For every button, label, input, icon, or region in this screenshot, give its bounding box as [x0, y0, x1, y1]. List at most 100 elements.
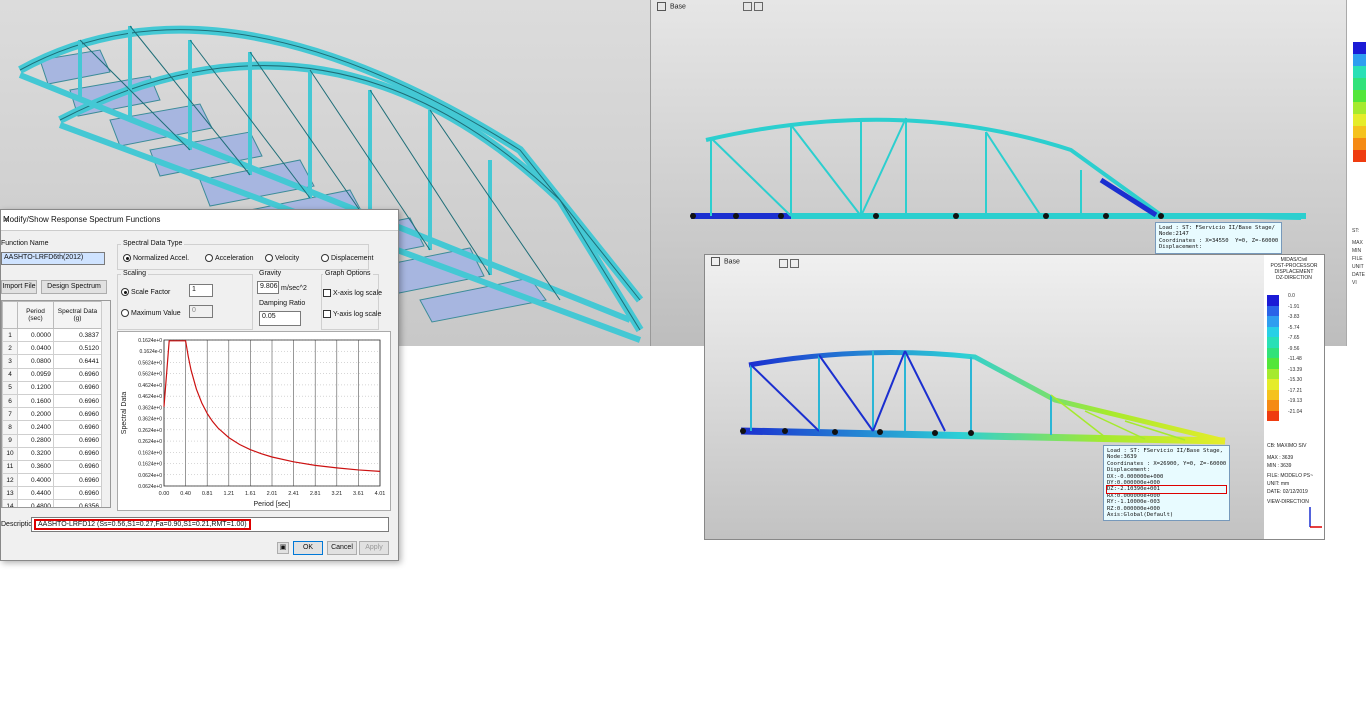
legend-label: UNIT [1352, 264, 1364, 270]
spectral-cell[interactable]: 0.6441 [52, 354, 103, 369]
row-index: 4 [2, 367, 18, 382]
spectral-cell[interactable]: 0.6960 [52, 459, 103, 475]
legend-value: -19.13 [1288, 398, 1303, 404]
gravity-label: Gravity [259, 270, 282, 277]
legend-color-2 [1353, 54, 1366, 66]
ok-button[interactable]: OK [293, 541, 323, 555]
table-row[interactable]: 5 0.1200 0.6960 [2, 380, 103, 395]
type-normalized-radio[interactable]: Normalized Accel. [123, 254, 189, 262]
displacement-legend: MIDAS/Civil POST-PROCESSOR DISPLACEMENT … [1264, 254, 1325, 540]
spectral-cell[interactable]: 0.6960 [52, 380, 103, 395]
description-input[interactable]: AASHTO-LRFD12 (Ss=0.56,S1=0.27,Fa=0.90,S… [31, 517, 389, 532]
x-tick-label: 3.61 [353, 491, 364, 497]
spectral-cell[interactable]: 0.6960 [52, 446, 103, 461]
spectral-cell[interactable]: 0.6356 [52, 499, 103, 507]
period-cell[interactable]: 0.3200 [17, 446, 54, 461]
gravity-input[interactable]: 9.806 [257, 281, 279, 294]
spectrum-chart-svg: 0.00 0.40 0.81 1.21 1.61 2.01 2.41 2.81 3.21 3.61… [121, 338, 385, 508]
table-row[interactable]: 3 0.0800 0.6441 [2, 354, 103, 369]
table-row[interactable]: 12 0.4000 0.6960 [2, 473, 103, 488]
legend-label: VI [1352, 280, 1357, 286]
legend-color-9 [1353, 138, 1366, 150]
spectral-cell[interactable]: 0.6960 [52, 433, 103, 448]
x-tick-label: 1.61 [245, 491, 256, 497]
type-velocity-radio[interactable]: Velocity [265, 254, 299, 262]
scale-factor-radio[interactable]: Scale Factor [121, 288, 170, 296]
y-log-checkbox[interactable]: Y-axis log scale [323, 310, 381, 318]
table-row[interactable]: 14 0.4800 0.6356 [2, 499, 103, 507]
spectral-cell[interactable]: 0.6960 [52, 367, 103, 382]
scale-factor-input[interactable]: 1 [189, 284, 213, 297]
table-row[interactable]: 6 0.1600 0.6960 [2, 393, 103, 409]
legend-color-band [1267, 337, 1279, 348]
apply-button[interactable]: Apply [359, 541, 389, 555]
function-name-input[interactable]: AASHTO-LRFD6th(2012) [1, 252, 105, 265]
close-button[interactable]: ✕ [3, 215, 394, 224]
spectral-cell[interactable]: 0.6960 [52, 420, 103, 435]
period-cell[interactable]: 0.0000 [17, 327, 54, 343]
legend-color-10 [1353, 150, 1366, 162]
y-tick-label: 0.0624e+0 [138, 473, 162, 479]
period-cell[interactable]: 0.2800 [17, 433, 54, 448]
table-scrollbar[interactable] [101, 301, 110, 507]
period-cell[interactable]: 0.1600 [17, 393, 54, 409]
right-legend-strip: ST: MAX MIN FILE UNIT DATE VI [1346, 0, 1366, 346]
dialog-title-bar[interactable]: Modify/Show Response Spectrum Functions … [1, 210, 398, 231]
legend-label: FILE [1352, 256, 1363, 262]
table-row[interactable]: 10 0.3200 0.6960 [2, 446, 103, 461]
maximum-value-input[interactable]: 0 [189, 305, 213, 318]
period-cell[interactable]: 0.0800 [17, 354, 54, 369]
table-row[interactable]: 9 0.2800 0.6960 [2, 433, 103, 448]
cancel-button[interactable]: Cancel [327, 541, 357, 555]
period-cell[interactable]: 0.2000 [17, 407, 54, 422]
period-cell[interactable]: 0.2400 [17, 420, 54, 435]
period-cell[interactable]: 0.4000 [17, 473, 54, 488]
save-icon[interactable]: ▣ [277, 542, 289, 554]
legend-value: -13.39 [1288, 366, 1303, 373]
table-row[interactable]: 8 0.2400 0.6960 [2, 420, 103, 435]
period-cell[interactable]: 0.0400 [17, 341, 54, 356]
spectral-cell[interactable]: 0.5120 [52, 341, 103, 356]
period-cell[interactable]: 0.4400 [17, 486, 54, 501]
maximum-value-radio[interactable]: Maximum Value [121, 309, 181, 317]
legend-value: -5.74 [1288, 324, 1300, 331]
spectral-cell[interactable]: 0.6960 [52, 393, 103, 409]
import-file-button[interactable]: Import File [1, 280, 37, 294]
spectral-cell[interactable]: 0.6960 [52, 473, 103, 488]
elevation-viewport-bottom[interactable]: Base Load: ST: FServicio II/Base Stage,… [704, 254, 1266, 540]
table-row[interactable]: 2 0.0400 0.5120 [2, 341, 103, 356]
x-log-checkbox[interactable]: X-axis log scale [323, 289, 382, 297]
legend-label: MAX [1352, 240, 1363, 246]
period-cell[interactable]: 0.0959 [17, 367, 54, 382]
graph-options-group [321, 274, 379, 330]
spectral-cell[interactable]: 0.6960 [52, 407, 103, 422]
period-cell[interactable]: 0.4800 [17, 499, 54, 507]
legend-color-band [1267, 326, 1279, 337]
x-tick-label: 0.00 [159, 491, 170, 497]
legend-color-band [1267, 358, 1279, 369]
type-displacement-radio[interactable]: Displacement [321, 254, 373, 262]
period-cell[interactable]: 0.3600 [17, 459, 54, 475]
period-cell[interactable]: 0.1200 [17, 380, 54, 395]
y-tick-label: 0.0624e+0 [138, 484, 162, 490]
type-acceleration-radio[interactable]: Acceleration [205, 254, 254, 262]
legend-value: -11.48 [1288, 356, 1302, 362]
table-row[interactable]: 13 0.4400 0.6960 [2, 486, 103, 501]
legend-label: DATE [1352, 272, 1365, 278]
spectral-cell[interactable]: 0.3837 [52, 327, 103, 343]
response-spectrum-dialog[interactable]: Modify/Show Response Spectrum Functions … [0, 209, 399, 561]
table-row[interactable]: 4 0.0959 0.6960 [2, 367, 103, 382]
y-tick-label: 0.3624e+0 [138, 417, 162, 423]
legend-info: MIN : 3639 [1267, 463, 1292, 469]
legend-value: -3.83 [1288, 314, 1300, 320]
table-row[interactable]: 7 0.2000 0.6960 [2, 407, 103, 422]
spectral-cell[interactable]: 0.6960 [52, 486, 103, 501]
spectrum-data-table[interactable]: Period (sec) Spectral Data (g) 1 0.0000 0.… [1, 300, 111, 508]
row-index: 14 [2, 499, 18, 507]
table-row[interactable]: 11 0.3600 0.6960 [2, 459, 103, 475]
row-index: 10 [2, 446, 18, 461]
damping-ratio-input[interactable]: 0.05 [259, 311, 301, 326]
design-spectrum-button[interactable]: Design Spectrum [41, 280, 107, 294]
column-header-spectral: Spectral Data (g) [52, 301, 103, 329]
table-row[interactable]: 1 0.0000 0.3837 [2, 327, 103, 343]
